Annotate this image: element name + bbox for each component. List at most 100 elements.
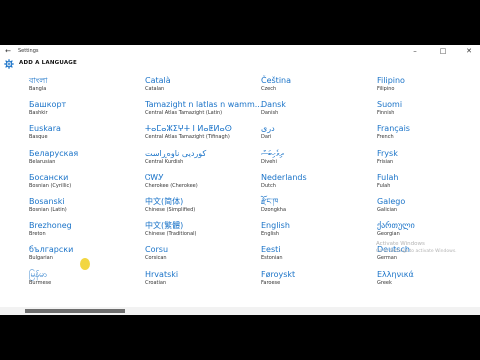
language-english-name: Dzongkha	[261, 207, 287, 213]
language-native-name: বাংলা	[29, 76, 48, 85]
language-item[interactable]: Tamazight n latlas n wamm... Central Atla…	[145, 100, 262, 122]
minimize-button[interactable]: –	[408, 45, 422, 57]
language-item[interactable]: 中文(简体) Chinese (Simplified)	[145, 197, 255, 219]
language-native-name: Corsu	[145, 245, 169, 255]
language-item[interactable]: Eesti Estonian	[261, 245, 371, 267]
language-item[interactable]: Galego Galician	[377, 197, 480, 219]
maximize-button[interactable]: □	[436, 45, 450, 57]
gear-icon	[4, 59, 14, 69]
language-native-name: English	[261, 221, 290, 231]
language-native-name: Føroyskt	[261, 269, 296, 279]
language-english-name: Central Atlas Tamazight (Tifinagh)	[145, 134, 230, 141]
language-item[interactable]: Suomi Finnish	[377, 100, 480, 122]
language-native-name: Eesti	[261, 245, 281, 255]
language-native-name: Ελληνικά	[377, 269, 414, 279]
language-item[interactable]: རྫོང་ཁ Dzongkha	[261, 197, 371, 219]
language-native-name: Bosanski	[29, 197, 65, 206]
watermark-title: Activate Windows	[376, 241, 425, 247]
language-item[interactable]: Català Catalan	[145, 76, 255, 98]
language-item[interactable]: Corsu Corsican	[145, 245, 255, 267]
language-item[interactable]: ދިވެހިބަސް Divehi	[261, 149, 371, 171]
page-header: ADD A LANGUAGE	[0, 57, 480, 71]
language-item[interactable]: မြန်မာ Burmese	[29, 270, 139, 292]
language-native-name: Dansk	[261, 100, 286, 110]
language-english-name: Bangla	[29, 86, 47, 92]
language-item[interactable]: 中文(繁體) Chinese (Traditional)	[145, 221, 255, 243]
language-item[interactable]: Bosanski Bosnian (Latin)	[29, 197, 139, 219]
language-english-name: Burmese	[29, 279, 52, 286]
language-item[interactable]: ⵜⴰⵎⴰⵣⵉⵖⵜ ⵏ ⵍⴰⵟⵍⴰⵙ Central Atlas Tamazight…	[145, 124, 255, 146]
language-item[interactable]: دری Dari	[261, 124, 371, 146]
language-item[interactable]: Босански Bosnian (Cyrillic)	[29, 173, 139, 195]
language-item[interactable]: Euskara Basque	[29, 124, 139, 146]
language-item[interactable]: Føroyskt Faroese	[261, 270, 371, 292]
language-native-name: Čeština	[261, 76, 292, 85]
language-english-name: Dari	[261, 134, 272, 141]
language-english-name: Czech	[261, 86, 277, 92]
language-native-name: Беларуская	[29, 148, 79, 158]
language-item[interactable]: Français French	[377, 124, 480, 146]
language-item[interactable]: Nederlands Dutch	[261, 173, 371, 195]
language-english-name: Fulah	[377, 182, 391, 189]
language-item[interactable]: Filipino Filipino	[377, 76, 480, 98]
language-native-name: Euskara	[29, 124, 61, 134]
language-english-name: Greek	[377, 279, 392, 286]
language-item[interactable]: Brezhoneg Breton	[29, 221, 139, 243]
language-item[interactable]: Беларуская Belarusian	[29, 149, 139, 171]
language-native-name: Français	[377, 124, 410, 134]
settings-window: ← Settings – □ ✕ ADD A LANGUAGE বাংলা Ban…	[0, 45, 480, 315]
language-english-name: Estonian	[261, 255, 283, 262]
horizontal-scrollbar[interactable]	[0, 307, 480, 315]
language-english-name: Bosnian (Cyrillic)	[29, 182, 72, 189]
language-english-name: English	[261, 231, 280, 238]
language-native-name: 中文(简体)	[145, 197, 184, 206]
language-english-name: Central Kurdish	[145, 158, 184, 165]
language-english-name: Filipino	[377, 86, 395, 92]
language-item[interactable]: Čeština Czech	[261, 76, 371, 98]
language-native-name: ⵜⴰⵎⴰⵣⵉⵖⵜ ⵏ ⵍⴰⵟⵍⴰⵙ	[145, 124, 232, 134]
language-native-name: български	[29, 245, 74, 255]
language-item[interactable]: Hrvatski Croatian	[145, 270, 255, 292]
language-english-name: Chinese (Traditional)	[145, 231, 197, 238]
title-bar: ← Settings – □ ✕	[0, 45, 480, 57]
language-item[interactable]: English English	[261, 221, 371, 243]
language-english-name: Chinese (Simplified)	[145, 207, 196, 213]
language-native-name: Brezhoneg	[29, 221, 72, 231]
language-item[interactable]: Fulah Fulah	[377, 173, 480, 195]
scrollbar-thumb[interactable]	[25, 309, 125, 313]
language-native-name: 中文(繁體)	[145, 221, 184, 231]
language-english-name: Bulgarian	[29, 255, 53, 262]
back-arrow-icon[interactable]: ←	[3, 46, 13, 56]
language-item[interactable]: کوردیی ناوەڕاست Central Kurdish	[145, 149, 255, 171]
activation-watermark: Activate Windows Go to Settings to activ…	[376, 240, 457, 255]
language-english-name: Catalan	[145, 86, 165, 92]
language-english-name: Bosnian (Latin)	[29, 207, 67, 213]
language-english-name: Finnish	[377, 110, 395, 117]
language-native-name: Filipino	[377, 76, 405, 85]
language-item[interactable]: ᏣᎳᎩ Cherokee (Cherokee)	[145, 173, 255, 195]
language-item[interactable]: Dansk Danish	[261, 100, 371, 122]
language-english-name: Faroese	[261, 279, 281, 286]
language-english-name: Belarusian	[29, 158, 56, 165]
language-english-name: Danish	[261, 110, 279, 117]
language-item[interactable]: Башкорт Bashkir	[29, 100, 139, 122]
language-item[interactable]: বাংলা Bangla	[29, 76, 139, 98]
language-english-name: Divehi	[261, 158, 277, 165]
language-native-name: Frysk	[377, 148, 398, 158]
language-item[interactable]: Ελληνικά Greek	[377, 270, 480, 292]
language-native-name: Босански	[29, 172, 69, 182]
language-native-name: Hrvatski	[145, 269, 179, 279]
language-native-name: Galego	[377, 197, 406, 206]
language-english-name: Breton	[29, 231, 46, 238]
language-english-name: Cherokee (Cherokee)	[145, 182, 198, 189]
language-native-name: کوردیی ناوەڕاست	[145, 148, 207, 158]
language-item[interactable]: Frysk Frisian	[377, 149, 480, 171]
language-native-name: မြန်မာ	[29, 269, 47, 279]
language-native-name: دری	[261, 124, 275, 134]
close-button[interactable]: ✕	[462, 45, 476, 57]
window-title: Settings	[18, 48, 39, 54]
watermark-subtitle: Go to Settings to activate Windows.	[376, 249, 457, 254]
language-english-name: French	[377, 134, 394, 141]
language-english-name: Central Atlas Tamazight (Latin)	[145, 110, 223, 117]
mouse-cursor-highlight	[80, 258, 90, 270]
